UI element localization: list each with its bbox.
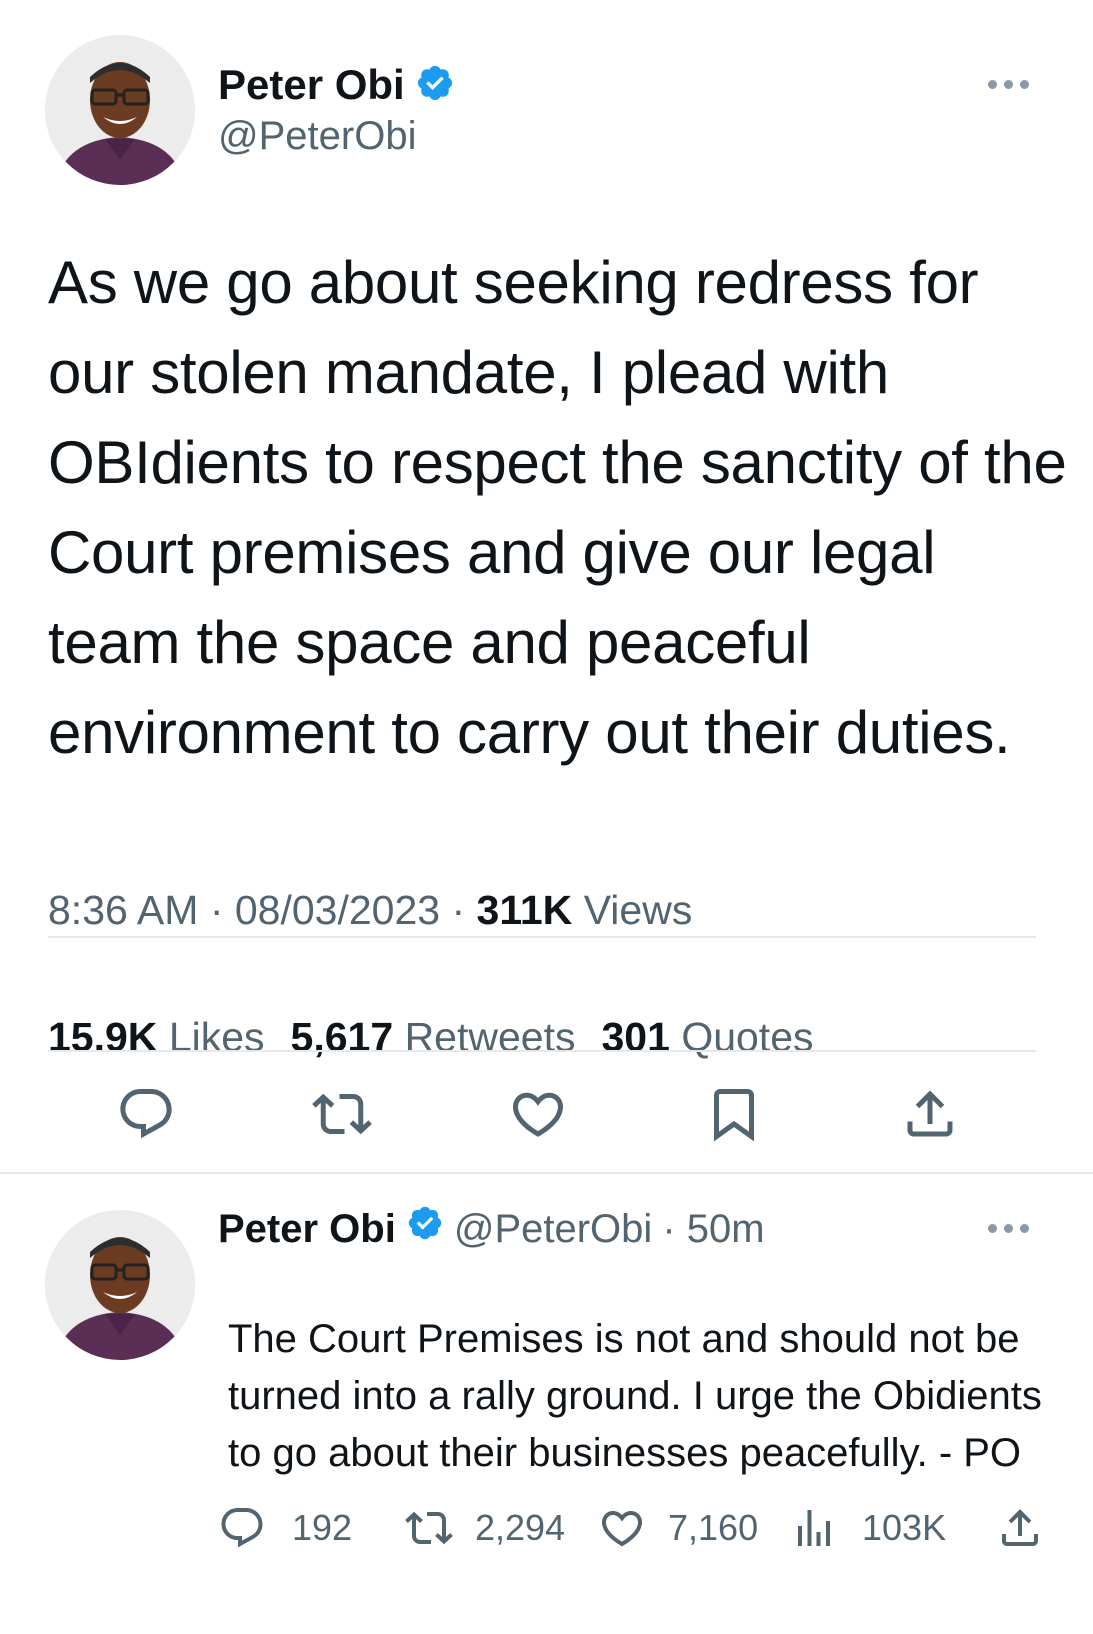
retweets-count: 5,617 — [290, 1014, 394, 1060]
retweets-stat[interactable]: 5,617 Retweets — [291, 1014, 576, 1060]
more-dots-icon[interactable] — [988, 80, 1029, 89]
meta-separator: · — [440, 887, 477, 933]
reply-retweet-button[interactable]: 2,294 — [405, 1504, 565, 1552]
reply-likes-count: 7,160 — [668, 1507, 759, 1548]
reply-views-count: 103K — [862, 1507, 947, 1548]
heart-icon — [512, 1092, 564, 1137]
views-count: 311K — [476, 887, 573, 933]
retweet-button[interactable] — [310, 1082, 374, 1146]
likes-count: 15.9K — [48, 1014, 158, 1060]
engagement-stats: 15.9K Likes 5,617 Retweets 301 Quotes — [48, 1012, 814, 1062]
retweet-icon — [312, 1093, 372, 1135]
author-name[interactable]: Peter Obi — [218, 60, 405, 110]
retweet-icon — [405, 1511, 453, 1545]
divider — [0, 1172, 1093, 1174]
reply-button[interactable] — [114, 1082, 178, 1146]
quotes-stat[interactable]: 301 Quotes — [601, 1014, 813, 1060]
quotes-label: Quotes — [681, 1014, 814, 1060]
author-handle[interactable]: @PeterObi — [218, 112, 416, 160]
views-label: Views — [583, 887, 693, 933]
reply-retweets-count: 2,294 — [475, 1507, 566, 1548]
reply-like-button[interactable]: 7,160 — [598, 1504, 758, 1552]
verified-badge-icon — [406, 1204, 444, 1254]
share-upload-icon — [1002, 1509, 1038, 1546]
reply-author-handle[interactable]: @PeterObi — [454, 1204, 652, 1254]
reply-replies-button[interactable]: 192 — [218, 1504, 352, 1552]
quotes-count: 301 — [601, 1014, 670, 1060]
reply-replies-count: 192 — [292, 1507, 353, 1548]
tweet-meta: 8:36 AM · 08/03/2023 · 311K Views — [48, 885, 692, 935]
reply-bubble-icon — [221, 1508, 263, 1548]
divider — [48, 936, 1036, 938]
reply-views-button[interactable]: 103K — [790, 1504, 946, 1552]
reply-share-button[interactable] — [996, 1504, 1044, 1552]
tweet-time[interactable]: 8:36 AM — [48, 887, 198, 933]
retweets-label: Retweets — [404, 1014, 576, 1060]
views-bars-icon — [798, 1510, 830, 1546]
share-upload-icon — [907, 1090, 953, 1137]
meta-separator: · — [198, 887, 235, 933]
divider — [48, 1050, 1036, 1052]
verified-badge-icon — [415, 63, 455, 108]
like-button[interactable] — [506, 1082, 570, 1146]
likes-label: Likes — [168, 1014, 265, 1060]
reply-bubble-icon — [120, 1089, 172, 1139]
reply-avatar[interactable] — [45, 1210, 195, 1360]
reply-age[interactable]: · 50m — [662, 1204, 764, 1254]
bookmark-button[interactable] — [702, 1082, 766, 1146]
tweet-date[interactable]: 08/03/2023 — [235, 887, 440, 933]
more-dots-icon[interactable] — [988, 1224, 1029, 1233]
share-button[interactable] — [898, 1082, 962, 1146]
likes-stat[interactable]: 15.9K Likes — [48, 1014, 265, 1060]
bookmark-icon — [714, 1089, 754, 1142]
reply-author-name[interactable]: Peter Obi — [218, 1204, 396, 1254]
reply-header: Peter Obi @PeterObi · 50m — [218, 1204, 765, 1254]
reply-text: The Court Premises is not and should not… — [228, 1317, 1042, 1475]
tweet-text: As we go about seeking redress for our s… — [48, 249, 1067, 766]
heart-icon — [601, 1511, 643, 1547]
avatar[interactable] — [45, 35, 195, 185]
